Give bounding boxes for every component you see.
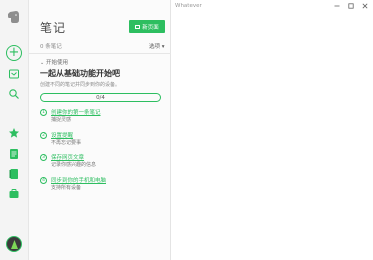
shortcuts-icon[interactable]: [8, 68, 20, 80]
page-icon: [135, 24, 141, 29]
task-title[interactable]: 创建你的第一条笔记: [51, 108, 101, 116]
task-number-icon: 1: [40, 109, 47, 116]
new-page-button-label: 新页面: [142, 24, 159, 31]
onboarding-subtitle: 创建不同的笔记并同步到你的设备。: [40, 82, 121, 88]
work-chat-icon[interactable]: [8, 188, 20, 200]
notebooks-icon[interactable]: [8, 168, 20, 180]
task-desc: 捕捉灵感: [51, 117, 72, 123]
task-item[interactable]: 4 同步到你的手机和电脑 支持所有设备: [40, 176, 165, 192]
maximize-icon: [348, 3, 354, 9]
task-item[interactable]: 1 创建你的第一条笔记 捕捉灵感: [40, 108, 165, 124]
minimize-icon: [334, 5, 340, 7]
new-page-button[interactable]: 新页面: [129, 20, 165, 33]
task-number-icon: 3: [40, 154, 47, 161]
task-number-icon: 2: [40, 132, 47, 139]
close-button[interactable]: [361, 2, 369, 10]
task-item[interactable]: 2 设置提醒 不再忘记要事: [40, 131, 165, 147]
onboarding-headline: 一起从基础功能开始吧: [40, 69, 120, 78]
panel-divider: [29, 53, 171, 54]
progress-bar: 0/4: [40, 93, 161, 102]
task-desc: 不再忘记要事: [51, 140, 82, 146]
section-header[interactable]: ⌄ 开始使用: [40, 58, 68, 66]
search-icon[interactable]: [8, 88, 20, 100]
minimize-button[interactable]: [333, 2, 341, 10]
elephant-logo-icon[interactable]: [7, 10, 21, 24]
main-area: Whatever: [171, 0, 373, 260]
task-title[interactable]: 设置提醒: [51, 131, 73, 139]
notes-icon[interactable]: [8, 148, 20, 160]
close-icon: [362, 3, 368, 9]
task-item[interactable]: 3 保存网页文章 记录你感兴趣的信息: [40, 153, 165, 169]
progress-text: 0/4: [96, 94, 105, 101]
note-count: 0 条笔记: [40, 44, 62, 50]
star-icon[interactable]: [8, 127, 20, 139]
options-dropdown[interactable]: 选项 ▾: [149, 42, 165, 50]
chevron-down-icon: ⌄: [40, 60, 45, 66]
new-note-button[interactable]: +: [6, 45, 22, 61]
section-label: 开始使用: [45, 60, 68, 66]
task-title[interactable]: 同步到你的手机和电脑: [51, 176, 106, 184]
notes-panel: 笔记 新页面 0 条笔记 选项 ▾ ⌄ 开始使用 一起从基础功能开始吧 创建不同…: [29, 0, 197, 260]
window-title: Whatever: [175, 3, 202, 9]
task-desc: 记录你感兴趣的信息: [51, 162, 97, 168]
nav-rail: +: [0, 0, 29, 260]
panel-title: 笔记: [40, 21, 67, 35]
task-title[interactable]: 保存网页文章: [51, 153, 84, 161]
account-avatar[interactable]: [6, 236, 22, 252]
maximize-button[interactable]: [347, 2, 355, 10]
task-desc: 支持所有设备: [51, 185, 82, 191]
task-number-icon: 4: [40, 177, 47, 184]
